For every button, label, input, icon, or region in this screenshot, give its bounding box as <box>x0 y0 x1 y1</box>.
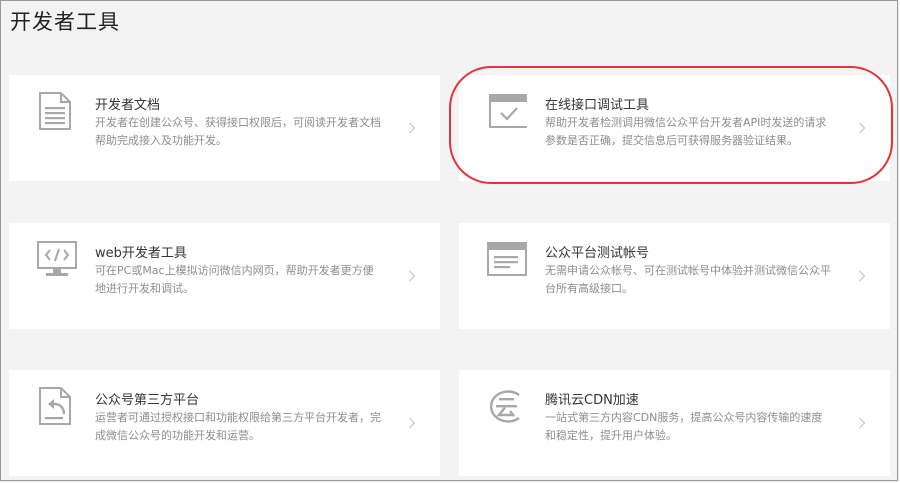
card-description: 可在PC或Mac上模拟访问微信内网页，帮助开发者更方便 地进行开发和调试。 <box>95 262 395 298</box>
card-third-party-platform[interactable]: 公众号第三方平台 运营者可通过授权接口和功能权限给第三方平台开发者，完 成微信公… <box>9 370 440 476</box>
card-description: 一站式第三方内容CDN服务，提高公众号内容传输的速度 和稳定性，提升用户体验。 <box>545 409 845 445</box>
card-description-line: 参数是否正确，提交信息后可获得服务器验证结果。 <box>545 134 798 147</box>
card-description-line: 一站式第三方内容CDN服务，提高公众号内容传输的速度 <box>545 411 823 424</box>
card-description: 开发者在创建公众号、获得接口权限后，可阅读开发者文档 帮助完成接入及功能开发。 <box>95 114 395 150</box>
card-description-line: 台所有高级接口。 <box>545 282 633 295</box>
card-description-line: 可在PC或Mac上模拟访问微信内网页，帮助开发者更方便 <box>95 264 374 277</box>
card-test-account[interactable]: 公众平台测试帐号 无需申请公众帐号、可在测试帐号中体验并测试微信公众平 台所有高… <box>459 223 890 329</box>
document-return-icon <box>39 387 71 425</box>
chevron-right-icon <box>859 122 866 134</box>
browser-window-icon <box>487 242 527 276</box>
card-description-line: 和稳定性，提升用户体验。 <box>545 429 677 442</box>
card-web-devtools[interactable]: web开发者工具 可在PC或Mac上模拟访问微信内网页，帮助开发者更方便 地进行… <box>9 223 440 329</box>
chevron-right-icon <box>859 417 866 429</box>
card-description-line: 帮助完成接入及功能开发。 <box>95 134 227 147</box>
card-description-line: 无需申请公众帐号、可在测试帐号中体验并测试微信公众平 <box>545 264 831 277</box>
card-title: 腾讯云CDN加速 <box>545 393 639 408</box>
card-description-line: 开发者在创建公众号、获得接口权限后，可阅读开发者文档 <box>95 116 381 129</box>
chevron-right-icon <box>409 417 416 429</box>
document-icon <box>39 92 71 130</box>
page-title: 开发者工具 <box>10 10 120 34</box>
card-description-line: 帮助开发者检测调用微信公众平台开发者API时发送的请求 <box>545 116 827 129</box>
card-description-line: 运营者可通过授权接口和功能权限给第三方平台开发者，完 <box>95 411 381 424</box>
chevron-right-icon <box>859 270 866 282</box>
card-title: 在线接口调试工具 <box>545 98 650 113</box>
chevron-right-icon <box>409 270 416 282</box>
card-title: 公众平台测试帐号 <box>545 246 650 261</box>
chevron-right-icon <box>409 122 416 134</box>
card-tencent-cdn[interactable]: 腾讯云CDN加速 一站式第三方内容CDN服务，提高公众号内容传输的速度 和稳定性… <box>459 370 890 476</box>
card-description: 运营者可通过授权接口和功能权限给第三方平台开发者，完 成微信公众号的功能开发和运… <box>95 409 395 445</box>
card-description-line: 地进行开发和调试。 <box>95 282 194 295</box>
card-title: 开发者文档 <box>95 98 161 113</box>
card-developer-docs[interactable]: 开发者文档 开发者在创建公众号、获得接口权限后，可阅读开发者文档 帮助完成接入及… <box>9 75 440 181</box>
browser-check-icon <box>489 94 527 128</box>
card-description-line: 成微信公众号的功能开发和运营。 <box>95 429 260 442</box>
card-description: 帮助开发者检测调用微信公众平台开发者API时发送的请求 参数是否正确，提交信息后… <box>545 114 845 150</box>
card-description: 无需申请公众帐号、可在测试帐号中体验并测试微信公众平 台所有高级接口。 <box>545 262 845 298</box>
code-monitor-icon <box>37 241 77 276</box>
card-title: 公众号第三方平台 <box>95 393 200 408</box>
card-title: web开发者工具 <box>95 246 187 261</box>
card-api-debug-tool[interactable]: 在线接口调试工具 帮助开发者检测调用微信公众平台开发者API时发送的请求 参数是… <box>459 75 890 181</box>
tencent-cloud-icon <box>489 390 520 423</box>
